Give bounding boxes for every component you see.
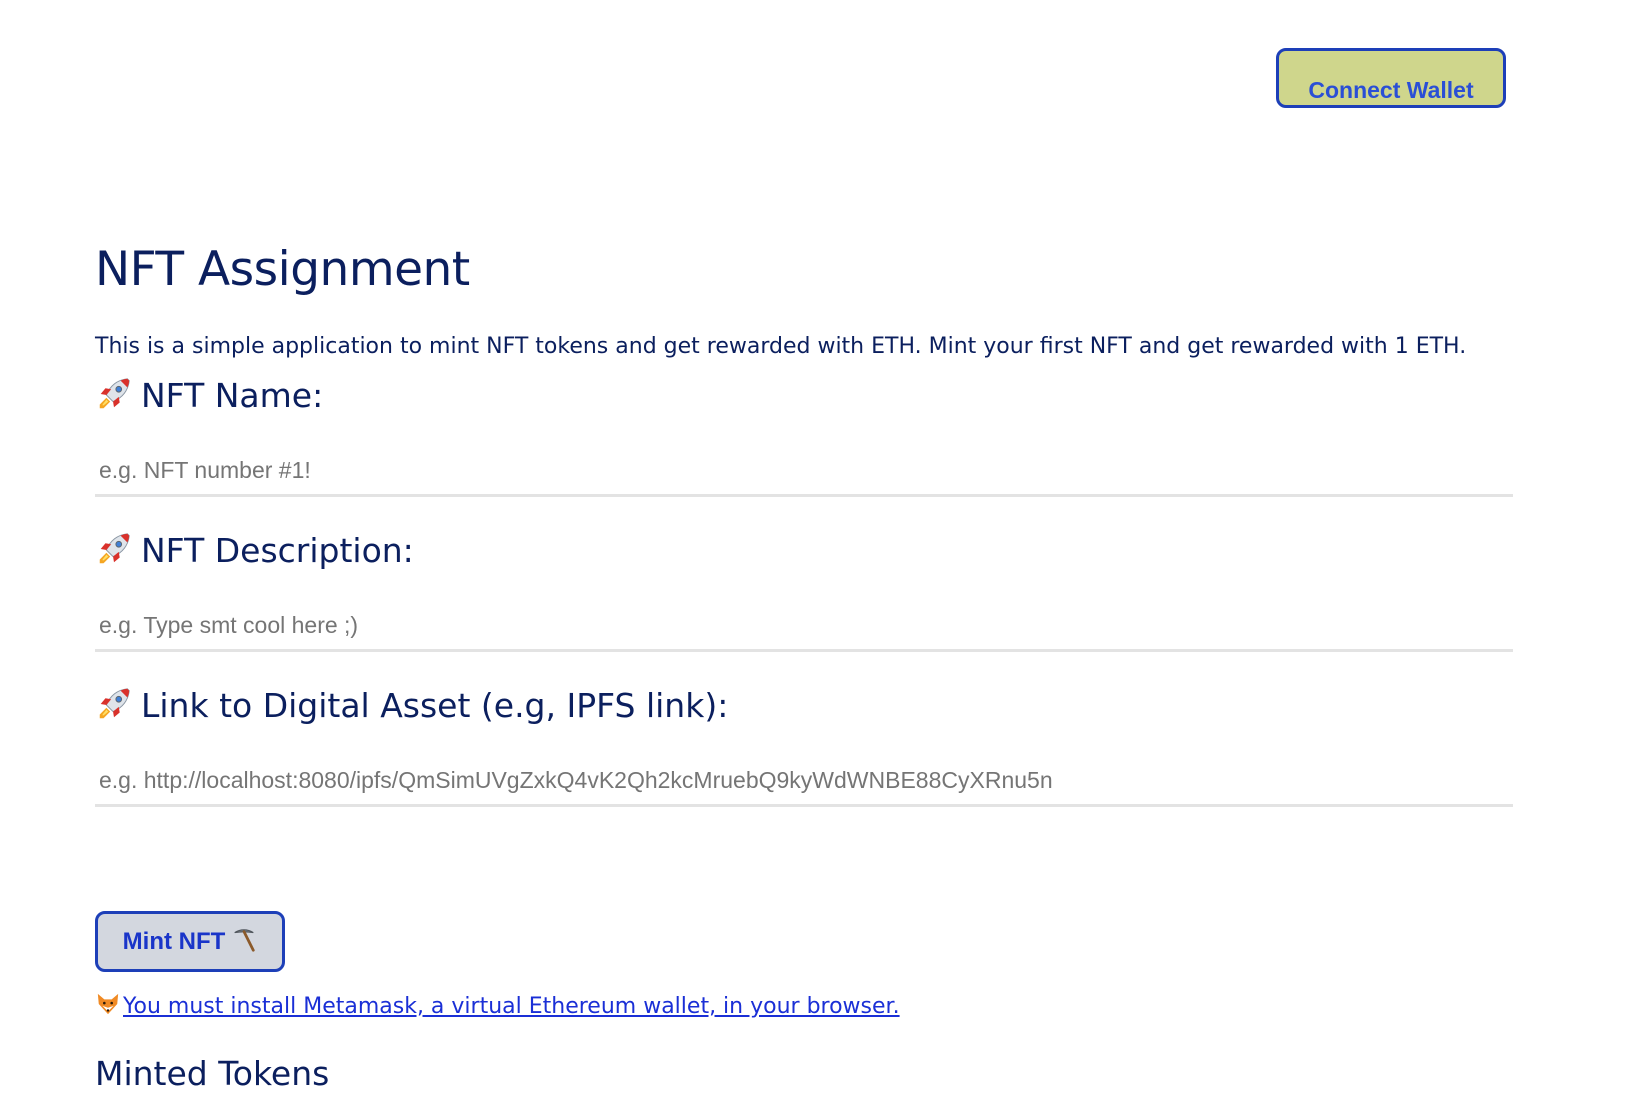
rocket-icon	[99, 378, 130, 409]
nft-name-input[interactable]	[95, 447, 1513, 497]
pick-icon	[234, 929, 255, 952]
minted-tokens-title: Minted Tokens	[95, 1054, 330, 1093]
connect-wallet-button[interactable]: Connect Wallet	[1276, 48, 1506, 108]
rocket-icon	[99, 688, 130, 719]
install-metamask-link[interactable]: You must install Metamask, a virtual Eth…	[123, 994, 900, 1019]
mint-nft-button-label: Mint NFT	[122, 928, 226, 955]
metamask-status: You must install Metamask, a virtual Eth…	[95, 992, 900, 1022]
asset-link-label: Link to Digital Asset (e.g, IPFS link):	[95, 684, 728, 728]
page-title: NFT Assignment	[95, 242, 470, 297]
mint-nft-button[interactable]: Mint NFT	[95, 911, 285, 972]
nft-description-input[interactable]	[95, 602, 1513, 652]
asset-link-label-text: Link to Digital Asset (e.g, IPFS link):	[141, 686, 729, 725]
nft-description-label-text: NFT Description:	[141, 531, 414, 570]
nft-name-label: NFT Name:	[95, 374, 323, 418]
nft-description-label: NFT Description:	[95, 529, 414, 573]
fox-icon	[97, 993, 119, 1015]
main-content: NFT Assignment This is a simple applicat…	[95, 240, 1515, 1093]
rocket-icon	[99, 533, 130, 564]
nft-name-label-text: NFT Name:	[141, 376, 324, 415]
intro-text: This is a simple application to mint NFT…	[95, 334, 1467, 359]
asset-link-input[interactable]	[95, 757, 1513, 807]
